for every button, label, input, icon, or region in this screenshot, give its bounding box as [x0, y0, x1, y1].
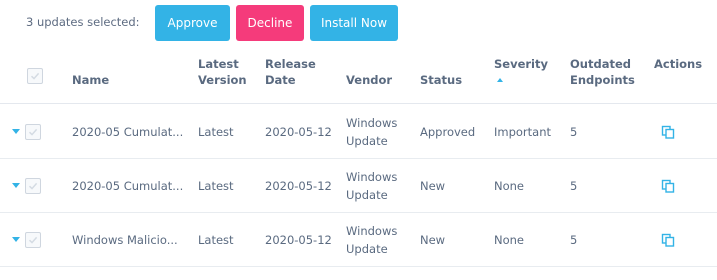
cell-vendor-line: Windows: [346, 224, 398, 238]
copy-icon[interactable]: [661, 179, 675, 193]
column-header-label: Version: [198, 73, 247, 87]
cell-status: New: [420, 179, 446, 193]
column-header-label: Date: [265, 73, 296, 87]
column-header-label: Outdated: [570, 57, 631, 71]
chevron-down-icon[interactable]: [12, 129, 20, 134]
table-row[interactable]: 2020-05 Cumulat... Latest 2020-05-12 Win…: [0, 105, 717, 159]
column-header-name[interactable]: Name: [72, 72, 109, 88]
cell-status: Approved: [420, 125, 476, 139]
cell-vendor: Windows Update: [346, 222, 397, 258]
cell-release-date: 2020-05-12: [265, 233, 332, 247]
column-header-actions: Actions: [654, 57, 703, 71]
copy-icon[interactable]: [661, 233, 675, 247]
cell-severity: Important: [494, 125, 552, 139]
column-header-label: Latest: [198, 57, 239, 71]
cell-latest-version: Latest: [198, 179, 234, 193]
cell-release-date: 2020-05-12: [265, 179, 332, 193]
sort-ascending-icon: [497, 78, 503, 82]
chevron-down-icon[interactable]: [12, 237, 20, 242]
column-header-label: Release: [265, 57, 316, 71]
cell-vendor-line: Update: [346, 188, 388, 202]
check-icon: [28, 182, 38, 190]
column-header-release-date[interactable]: Release Date: [265, 56, 316, 88]
selection-count: 3 updates selected:: [26, 15, 140, 29]
row-checkbox[interactable]: [25, 232, 41, 248]
column-header-label: Endpoints: [570, 73, 635, 87]
copy-icon[interactable]: [661, 125, 675, 139]
check-icon: [28, 236, 38, 244]
toolbar: 3 updates selected: Approve Decline Inst…: [0, 5, 717, 41]
cell-name[interactable]: 2020-05 Cumulat...: [72, 177, 183, 195]
cell-name[interactable]: Windows Malicio...: [72, 231, 178, 249]
cell-vendor: Windows Update: [346, 114, 397, 150]
column-header-outdated-endpoints[interactable]: Outdated Endpoints: [570, 56, 635, 88]
select-all-checkbox[interactable]: [27, 68, 43, 84]
row-checkbox[interactable]: [25, 178, 41, 194]
decline-button[interactable]: Decline: [236, 5, 304, 41]
column-header-severity[interactable]: Severity: [494, 56, 548, 82]
column-header-vendor[interactable]: Vendor: [346, 72, 392, 88]
column-header-label: Severity: [494, 57, 548, 71]
cell-vendor-line: Windows: [346, 116, 398, 130]
cell-latest-version: Latest: [198, 125, 234, 139]
cell-severity: None: [494, 233, 525, 247]
table-row[interactable]: 2020-05 Cumulat... Latest 2020-05-12 Win…: [0, 159, 717, 213]
cell-vendor-line: Update: [346, 134, 388, 148]
cell-name[interactable]: 2020-05 Cumulat...: [72, 123, 183, 141]
row-checkbox[interactable]: [25, 124, 41, 140]
approve-button[interactable]: Approve: [155, 5, 230, 41]
cell-vendor: Windows Update: [346, 168, 397, 204]
cell-severity: None: [494, 179, 525, 193]
cell-outdated-endpoints: 5: [570, 125, 578, 139]
cell-vendor-line: Windows: [346, 170, 398, 184]
check-icon: [28, 128, 38, 136]
cell-outdated-endpoints: 5: [570, 233, 578, 247]
cell-vendor-line: Update: [346, 242, 388, 256]
cell-latest-version: Latest: [198, 233, 234, 247]
column-header-latest-version[interactable]: Latest Version: [198, 56, 247, 88]
check-icon: [30, 72, 40, 80]
install-now-button[interactable]: Install Now: [310, 5, 398, 41]
cell-status: New: [420, 233, 446, 247]
table-header: Name Latest Version Release Date Vendor …: [0, 50, 717, 104]
cell-release-date: 2020-05-12: [265, 125, 332, 139]
chevron-down-icon[interactable]: [12, 183, 20, 188]
table-row[interactable]: Windows Malicio... Latest 2020-05-12 Win…: [0, 213, 717, 267]
cell-outdated-endpoints: 5: [570, 179, 578, 193]
column-header-status[interactable]: Status: [420, 72, 462, 88]
